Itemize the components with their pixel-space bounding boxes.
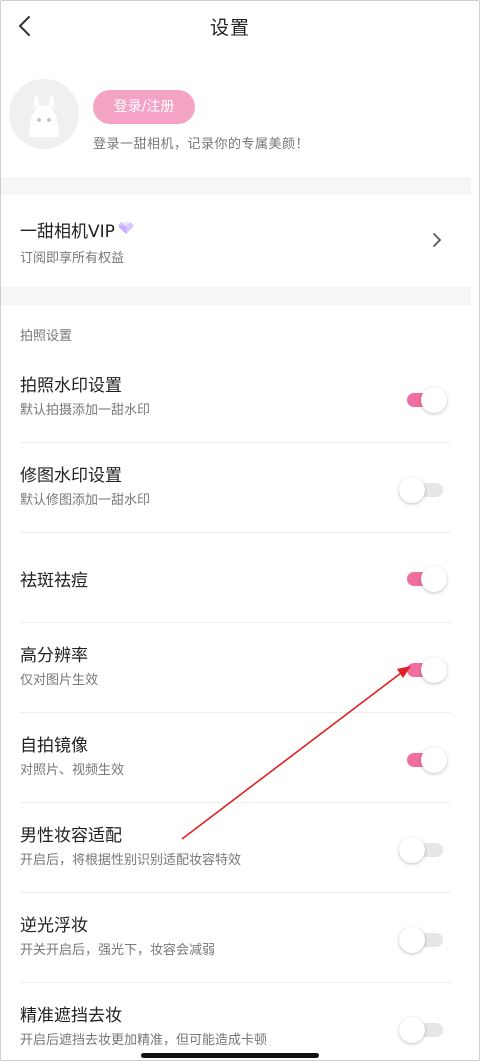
setting-row-male-makeup: 男性妆容适配 开启后，将根据性别识别适配妆容特效 (1, 803, 471, 893)
chevron-right-icon (431, 231, 443, 249)
setting-subtitle: 默认拍摄添加一甜水印 (20, 403, 151, 418)
setting-subtitle: 默认修图添加一甜水印 (20, 493, 151, 508)
setting-row-blemish-removal: 祛斑祛痘 (1, 533, 471, 623)
toggle-high-resolution[interactable] (399, 656, 447, 683)
toggle-photo-watermark[interactable] (399, 386, 447, 413)
setting-row-occlusion-removal: 精准遮挡去妆 开启后遮挡去妆更加精准，但可能造成卡顿 (1, 983, 471, 1060)
home-indicator (141, 1053, 319, 1058)
toggle-knob (399, 1017, 425, 1043)
setting-title: 祛斑祛痘 (20, 571, 88, 591)
toggle-knob (399, 477, 425, 503)
setting-subtitle: 开关开启后，强光下，妆容会减弱 (20, 943, 216, 958)
toggle-knob (399, 837, 425, 863)
gem-icon (118, 220, 134, 234)
setting-row-photo-watermark: 拍照水印设置 默认拍摄添加一甜水印 (1, 353, 471, 443)
settings-screen: 设置 登录/注册 登录一甜相机，记录你的专属美颜！ 一甜相机VIP 订阅即享所有… (0, 0, 480, 1061)
toggle-knob (399, 927, 425, 953)
login-register-button[interactable]: 登录/注册 (93, 90, 195, 124)
setting-title: 逆光浮妆 (20, 916, 88, 936)
toggle-backlight-makeup[interactable] (399, 926, 445, 953)
toggle-edit-watermark[interactable] (399, 476, 445, 503)
section-divider (1, 287, 471, 305)
toggle-knob (421, 566, 447, 592)
vip-title: 一甜相机VIP (20, 222, 115, 242)
toggle-blemish-removal[interactable] (399, 565, 447, 592)
setting-title: 拍照水印设置 (20, 376, 122, 396)
setting-title: 高分辨率 (20, 646, 88, 666)
toggle-knob (421, 657, 447, 683)
setting-row-high-resolution: 高分辨率 仅对图片生效 (1, 623, 471, 713)
setting-row-edit-watermark: 修图水印设置 默认修图添加一甜水印 (1, 443, 471, 533)
toggle-male-makeup[interactable] (399, 836, 445, 863)
login-hint: 登录一甜相机，记录你的专属美颜！ (93, 137, 310, 152)
toggle-knob (421, 747, 447, 773)
setting-title: 精准遮挡去妆 (20, 1006, 122, 1026)
toggle-selfie-mirror[interactable] (399, 746, 447, 773)
page-title: 设置 (209, 17, 250, 39)
avatar[interactable] (9, 79, 79, 149)
vip-subtitle: 订阅即享所有权益 (20, 251, 125, 266)
setting-title: 男性妆容适配 (20, 826, 122, 846)
profile-section: 登录/注册 登录一甜相机，记录你的专属美颜！ (1, 73, 471, 173)
toggle-knob (421, 387, 447, 413)
setting-title: 自拍镜像 (20, 736, 88, 756)
setting-subtitle: 开启后，将根据性别识别适配妆容特效 (20, 853, 242, 868)
setting-row-selfie-mirror: 自拍镜像 对照片、视频生效 (1, 713, 471, 803)
vip-row[interactable]: 一甜相机VIP 订阅即享所有权益 (1, 195, 471, 287)
setting-subtitle: 开启后遮挡去妆更加精准，但可能造成卡顿 (20, 1033, 268, 1048)
setting-row-backlight-makeup: 逆光浮妆 开关开启后，强光下，妆容会减弱 (1, 893, 471, 983)
section-divider (1, 177, 471, 195)
section-label: 拍照设置 (20, 329, 73, 344)
toggle-occlusion-removal[interactable] (399, 1016, 445, 1043)
setting-subtitle: 对照片、视频生效 (20, 763, 125, 778)
header: 设置 (1, 1, 479, 57)
setting-title: 修图水印设置 (20, 466, 122, 486)
setting-subtitle: 仅对图片生效 (20, 673, 99, 688)
